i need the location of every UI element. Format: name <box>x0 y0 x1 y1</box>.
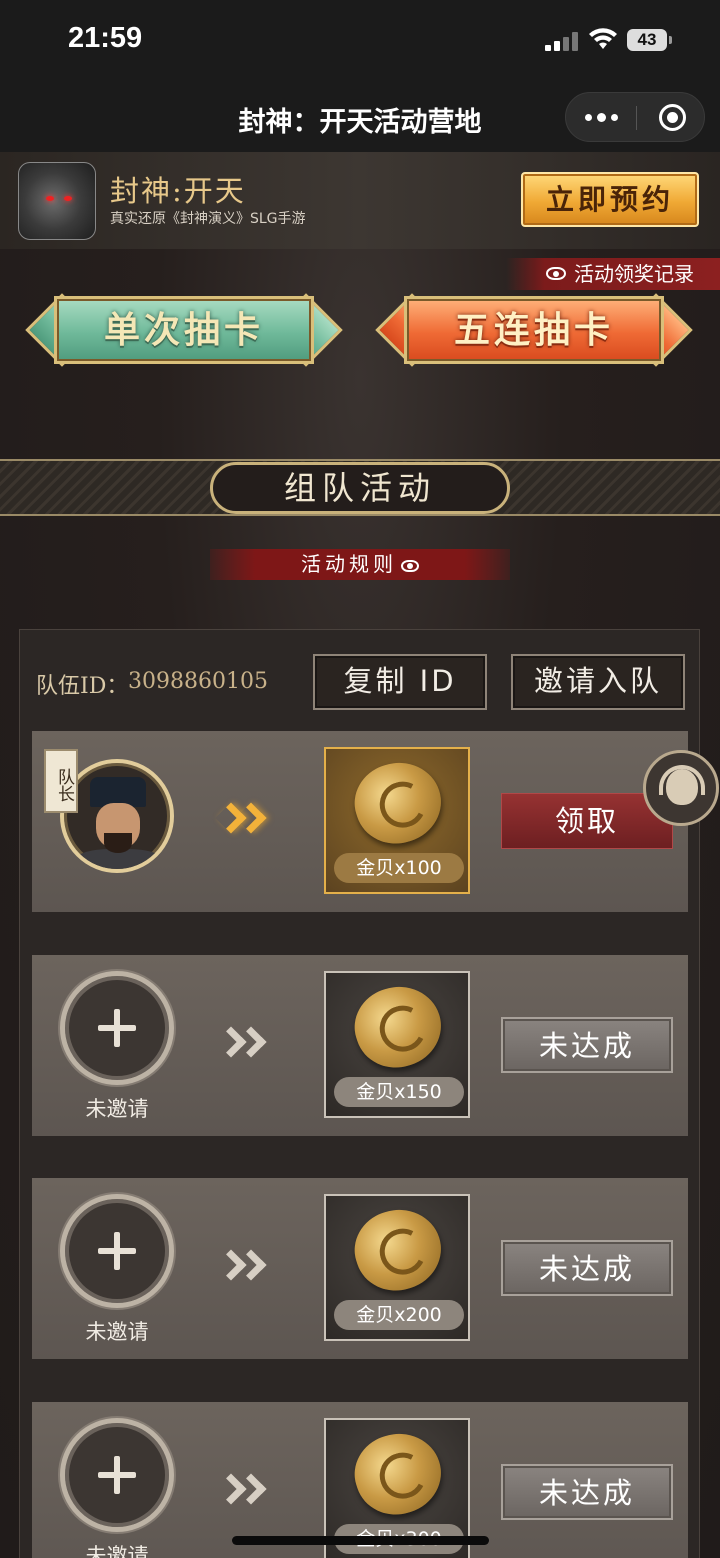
game-banner: 封神:开天 真实还原《封神演义》SLG手游 立即预约 <box>0 152 720 249</box>
game-title: 封神:开天 <box>110 174 246 208</box>
not-achieved-button[interactable]: 未达成 <box>501 1240 673 1296</box>
customer-service-icon[interactable] <box>643 750 719 826</box>
reward-item: 金贝x150 <box>324 971 470 1118</box>
mini-program-nav-bar: 封神：开天活动营地 <box>0 84 720 152</box>
game-subtitle: 真实还原《封神演义》SLG手游 <box>110 211 306 227</box>
signal-icon <box>545 31 579 51</box>
eye-icon <box>546 267 566 280</box>
more-menu-icon[interactable] <box>566 93 636 141</box>
progress-arrow-icon <box>215 1473 278 1512</box>
invite-slot-label: 未邀请 <box>85 1320 149 1344</box>
capsule-menu <box>565 92 705 142</box>
progress-arrow-icon <box>215 1026 278 1065</box>
gold-shell-coin-icon <box>344 975 452 1079</box>
progress-arrow-icon <box>215 1249 278 1288</box>
copy-id-button[interactable]: 复制 ID <box>313 654 487 710</box>
single-draw-button[interactable]: 单次抽卡 <box>25 292 343 368</box>
not-achieved-button[interactable]: 未达成 <box>501 1017 673 1073</box>
reserve-button[interactable]: 立即预约 <box>521 172 699 227</box>
reward-item: 金贝x200 <box>324 1194 470 1341</box>
reward-label: 金贝x100 <box>334 853 464 883</box>
not-achieved-button[interactable]: 未达成 <box>501 1464 673 1520</box>
eye-icon <box>401 559 419 572</box>
team-member-row: 未邀请 金贝x300 未达成 <box>32 1402 688 1558</box>
team-member-row: 队长 金贝x100 领取 <box>32 731 688 912</box>
single-draw-label: 单次抽卡 <box>54 296 314 364</box>
gold-shell-coin-icon <box>344 1198 452 1302</box>
battery-indicator: 43 <box>627 29 672 51</box>
reward-label: 金贝x150 <box>334 1077 464 1107</box>
team-activity-title: 组队活动 <box>210 462 510 514</box>
captain-badge: 队长 <box>44 749 78 813</box>
game-app-icon <box>18 162 96 240</box>
status-bar: 21:59 43 <box>0 0 720 84</box>
status-time: 21:59 <box>68 22 143 54</box>
reward-record-link[interactable]: 活动领奖记录 <box>506 258 720 290</box>
wifi-icon <box>589 28 617 49</box>
invite-slot-button[interactable] <box>60 1418 174 1532</box>
activity-rules-label: 活动规则 <box>301 552 397 576</box>
invite-to-team-button[interactable]: 邀请入队 <box>511 654 685 710</box>
gold-shell-coin-icon <box>344 1422 452 1526</box>
invite-slot-label: 未邀请 <box>85 1544 149 1558</box>
five-draw-button[interactable]: 五连抽卡 <box>375 292 693 368</box>
progress-arrow-icon <box>215 802 278 841</box>
team-member-row: 未邀请 金贝x150 未达成 <box>32 955 688 1136</box>
reward-label: 金贝x200 <box>334 1300 464 1330</box>
five-draw-label: 五连抽卡 <box>404 296 664 364</box>
activity-rules-link[interactable]: 活动规则 <box>210 549 510 580</box>
invite-slot-label: 未邀请 <box>85 1097 149 1121</box>
team-id-value: 3098860105 <box>128 669 268 694</box>
team-id-label: 队伍ID： <box>36 674 129 699</box>
close-program-icon[interactable] <box>659 104 686 131</box>
invite-slot-button[interactable] <box>60 971 174 1085</box>
reward-record-label: 活动领奖记录 <box>574 262 694 286</box>
reward-item: 金贝x100 <box>324 747 470 894</box>
gold-shell-coin-icon <box>344 751 452 855</box>
team-member-row: 未邀请 金贝x200 未达成 <box>32 1178 688 1359</box>
invite-slot-button[interactable] <box>60 1194 174 1308</box>
capsule-divider <box>636 106 637 130</box>
home-indicator <box>232 1536 489 1545</box>
